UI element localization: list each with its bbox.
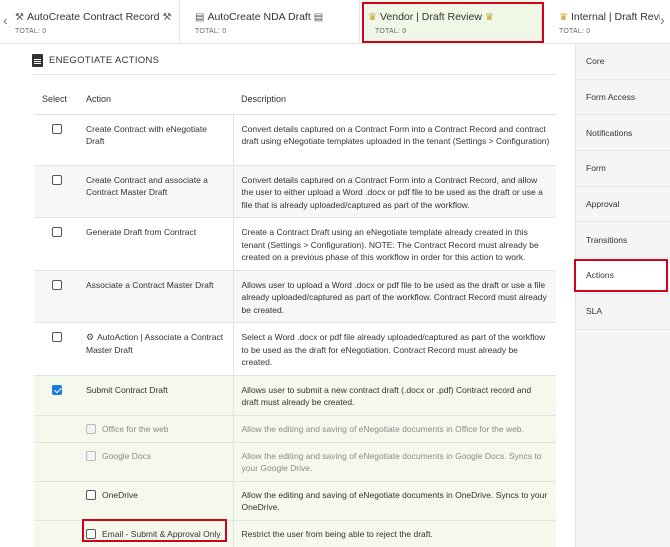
- nav-item-transitions[interactable]: Transitions: [576, 222, 670, 259]
- actions-table: Select Action Description Create Contrac…: [34, 84, 556, 547]
- tab-internal-draft-review[interactable]: ♛ Internal | Draft Revie TOTAL: 0: [556, 0, 660, 44]
- document-icon: ▤: [313, 11, 324, 23]
- nav-item-sla[interactable]: SLA: [576, 294, 670, 330]
- nav-item-notifications[interactable]: Notifications: [576, 115, 670, 152]
- action-name-cell: ⚙ AutoAction | Associate a Contract Maste…: [78, 322, 233, 376]
- table-row: Submit Contract Draft Allows user to sub…: [34, 375, 556, 416]
- sub-option-row: Office for the web Allow the editing and…: [34, 415, 556, 443]
- chevron-right-icon[interactable]: ›: [660, 12, 665, 28]
- sub-option-label: Office for the web: [102, 423, 169, 434]
- document-icon: ▤: [195, 11, 205, 23]
- document-icon: [32, 54, 43, 67]
- divider: [32, 74, 556, 75]
- action-name: Submit Contract Draft: [78, 375, 233, 416]
- sub-option-checkbox[interactable]: [86, 451, 96, 462]
- row-checkbox[interactable]: [52, 332, 62, 342]
- sub-option-label: Google Docs: [102, 450, 152, 461]
- nav-item-core[interactable]: Core: [576, 44, 670, 80]
- sub-option-checkbox[interactable]: [86, 490, 96, 501]
- action-name: Associate a Contract Master Draft: [78, 270, 233, 323]
- sub-option-description: Restrict the user from being able to rej…: [232, 520, 556, 547]
- sub-option-checkbox[interactable]: [86, 424, 96, 435]
- settings-nav: Core Form Access Notifications Form Appr…: [575, 44, 670, 547]
- workflow-tabs: ‹ ⚒ AutoCreate Contract Record ⚒ TOTAL: …: [0, 0, 670, 44]
- action-name: AutoAction | Associate a Contract Master…: [86, 332, 224, 355]
- chevron-left-icon[interactable]: ‹: [3, 12, 8, 28]
- tools-icon: ⚒: [162, 11, 172, 23]
- table-row: Generate Draft from Contract Create a Co…: [34, 217, 556, 271]
- action-description: Allows user to submit a new contract dra…: [232, 375, 556, 416]
- sub-option-description: Allow the editing and saving of eNegotia…: [232, 415, 556, 443]
- action-description: Convert details captured on a Contract F…: [232, 165, 556, 218]
- tab-total: TOTAL: 0: [559, 28, 591, 35]
- header-description: Description: [233, 84, 556, 115]
- trophy-icon: ♛: [559, 11, 568, 23]
- row-checkbox[interactable]: [52, 123, 62, 134]
- tab-title: AutoCreate Contract Record: [26, 11, 160, 23]
- actions-panel: ENEGOTIATE ACTIONS Select Action Descrip…: [18, 44, 573, 547]
- table-header: Select Action Description: [34, 84, 556, 115]
- nav-item-form[interactable]: Form: [576, 151, 670, 187]
- tab-total: TOTAL: 0: [195, 28, 227, 35]
- header-action: Action: [78, 84, 233, 115]
- table-row: Associate a Contract Master Draft Allows…: [34, 270, 556, 323]
- row-checkbox-checked[interactable]: [52, 384, 62, 395]
- action-name: Generate Draft from Contract: [78, 217, 233, 271]
- tab-autocreate-nda-draft[interactable]: ▤ AutoCreate NDA Draft ▤ TOTAL: 0: [192, 0, 360, 44]
- sub-option-row: Google Docs Allow the editing and saving…: [34, 442, 556, 482]
- sub-option-description: Allow the editing and saving of eNegotia…: [232, 481, 556, 521]
- section-header: ENEGOTIATE ACTIONS: [32, 54, 159, 67]
- row-checkbox[interactable]: [52, 227, 62, 237]
- email-option-highlight-box: [82, 519, 227, 542]
- table-row: Create Contract with eNegotiate Draft Co…: [34, 114, 556, 166]
- action-description: Select a Word .docx or pdf file already …: [232, 322, 556, 376]
- action-description: Allows user to upload a Word .docx or pd…: [232, 270, 556, 323]
- action-description: Create a Contract Draft using an eNegoti…: [232, 217, 556, 271]
- tab-autocreate-contract-record[interactable]: ⚒ AutoCreate Contract Record ⚒ TOTAL: 0: [12, 0, 180, 44]
- action-description: Convert details captured on a Contract F…: [232, 114, 556, 166]
- tab-title: AutoCreate NDA Draft: [207, 11, 311, 23]
- tab-title: Internal | Draft Revie: [570, 11, 660, 23]
- action-name: Create Contract and associate a Contract…: [78, 165, 233, 218]
- nav-highlight-box: [574, 259, 668, 292]
- nav-item-form-access[interactable]: Form Access: [576, 80, 670, 116]
- tab-highlight-box: [362, 2, 544, 43]
- table-row: Create Contract and associate a Contract…: [34, 165, 556, 218]
- nav-item-approval[interactable]: Approval: [576, 187, 670, 223]
- sub-option-label: OneDrive: [102, 489, 138, 500]
- section-title: ENEGOTIATE ACTIONS: [49, 55, 160, 66]
- table-row: ⚙ AutoAction | Associate a Contract Maste…: [34, 322, 556, 376]
- sub-option-description: Allow the editing and saving of eNegotia…: [232, 442, 556, 482]
- tools-icon: ⚒: [15, 11, 24, 23]
- tab-total: TOTAL: 0: [15, 28, 47, 35]
- action-name: Create Contract with eNegotiate Draft: [78, 114, 233, 166]
- row-checkbox[interactable]: [52, 174, 62, 185]
- sub-option-row: OneDrive Allow the editing and saving of…: [34, 481, 556, 521]
- gears-icon: ⚙: [86, 332, 95, 342]
- header-select: Select: [34, 84, 78, 115]
- row-checkbox[interactable]: [52, 279, 62, 290]
